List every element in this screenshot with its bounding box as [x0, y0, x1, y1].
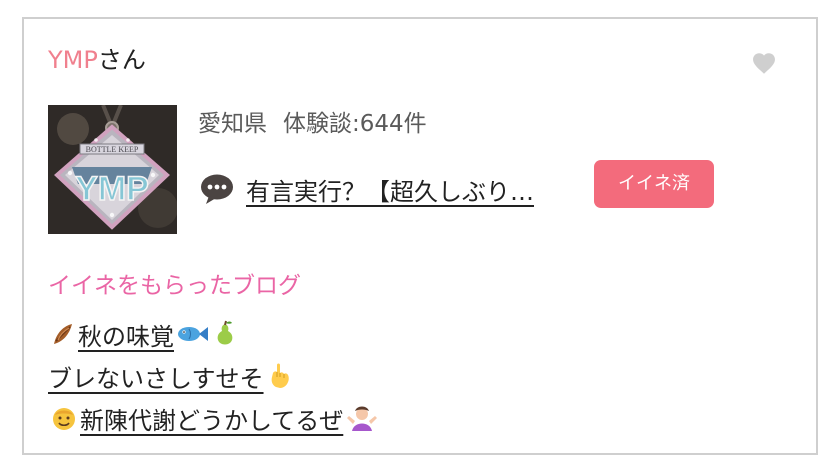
liked-blog-list: 秋の味覚 ブレないさしすせそ 新陳代謝どうかしてるぜ: [48, 313, 381, 439]
liked-blog-item[interactable]: 新陳代謝どうかしてるぜ: [48, 397, 381, 439]
user-card: YMPさん BOTTLE KEEP YMP 愛知県 体験談:644件 有言実行？…: [22, 17, 818, 455]
like-done-button[interactable]: イイネ済: [594, 160, 714, 208]
liked-blog-title: 秋の味覚: [78, 322, 174, 351]
user-suffix: さん: [97, 46, 146, 74]
liked-blog-title: 新陳代謝どうかしてるぜ: [80, 406, 344, 435]
heart-icon[interactable]: [750, 49, 778, 77]
latest-blog-link[interactable]: 有言実行？【超久しぶり…: [246, 172, 534, 207]
leaf-icon: [54, 324, 72, 344]
avatar-badge-text: YMP: [75, 170, 149, 208]
smile-icon: [53, 408, 75, 430]
liked-blog-item[interactable]: 秋の味覚: [48, 313, 381, 355]
pear-icon: [217, 320, 233, 345]
profile-meta: 愛知県 体験談:644件: [198, 107, 427, 141]
comment-icon: [201, 174, 233, 204]
experience-count: 体験談:644件: [283, 111, 427, 137]
liked-blog-title: ブレないさしすせそ: [48, 364, 264, 393]
avatar-keep-label: BOTTLE KEEP: [86, 145, 139, 154]
prefecture-label: 愛知県: [198, 111, 267, 137]
fish-icon: [178, 327, 208, 341]
avatar[interactable]: BOTTLE KEEP YMP: [48, 105, 177, 234]
latest-blog-row: 有言実行？【超久しぶり…: [198, 169, 534, 209]
liked-blog-item[interactable]: ブレないさしすせそ: [48, 355, 381, 397]
liked-blogs-title: イイネをもらったブログ: [48, 273, 301, 299]
user-header: YMPさん: [48, 43, 146, 77]
point-up-icon: [271, 363, 289, 388]
user-name[interactable]: YMP: [48, 46, 98, 74]
shrug-icon: [347, 406, 378, 431]
